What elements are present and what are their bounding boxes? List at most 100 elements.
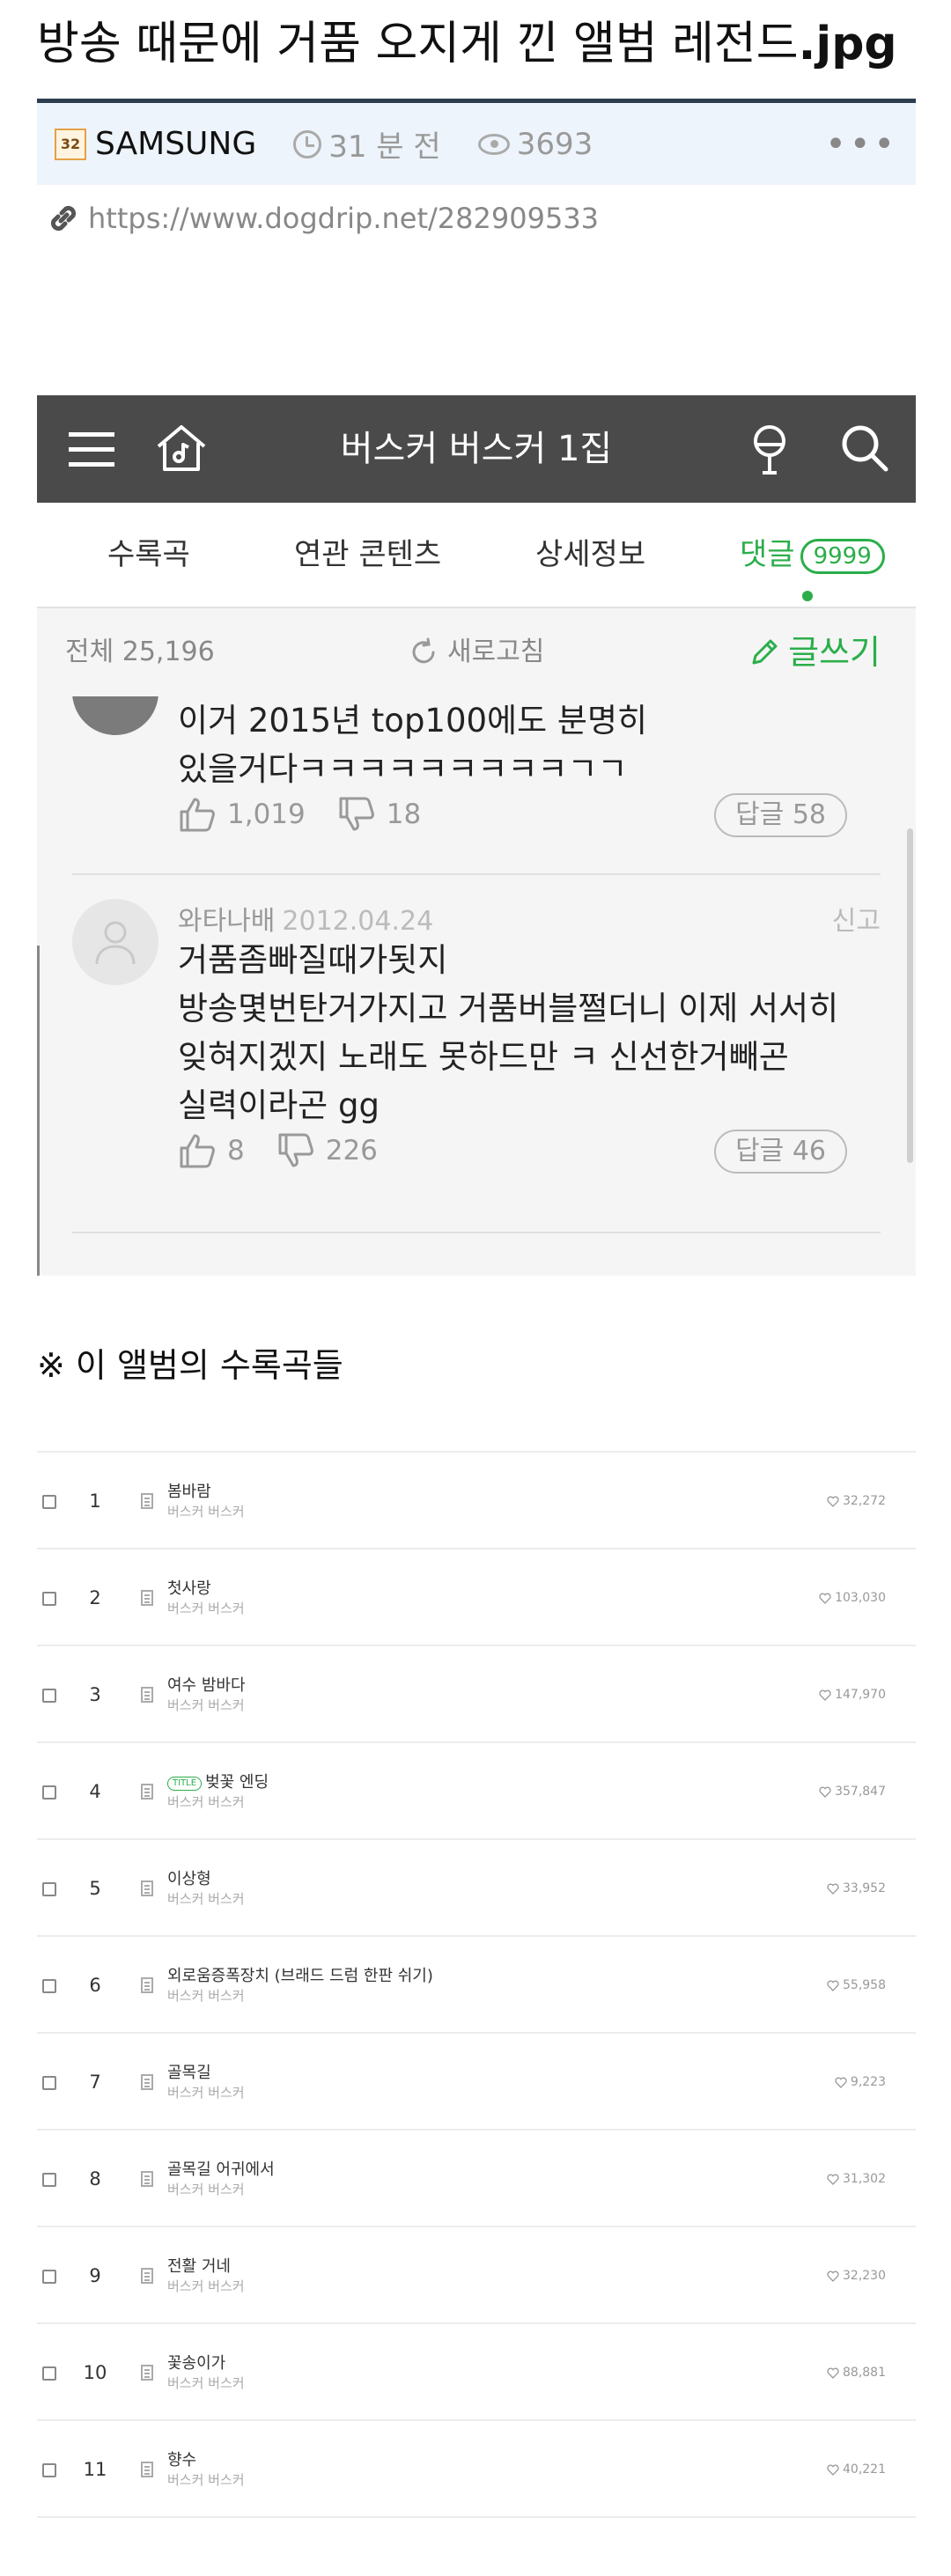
track-row[interactable]: 4 TITLE 벚꽃 엔딩 버스커 버스커 357,847	[37, 1743, 916, 1840]
lyrics-icon[interactable]	[141, 1977, 153, 1993]
track-like-button[interactable]: 32,272	[827, 1453, 886, 1549]
track-like-button[interactable]: 40,221	[827, 2421, 886, 2518]
tab-details[interactable]: 상세정보	[535, 503, 645, 608]
track-checkbox[interactable]	[42, 1979, 56, 1993]
track-number: 10	[83, 2362, 107, 2383]
track-like-button[interactable]: 33,952	[827, 1840, 886, 1937]
track-checkbox[interactable]	[42, 2076, 56, 2090]
track-title[interactable]: 꽃송이가	[167, 2351, 225, 2374]
lyrics-icon[interactable]	[141, 1493, 153, 1509]
track-artist[interactable]: 버스커 버스커	[167, 1599, 245, 1617]
lyrics-icon[interactable]	[141, 1590, 153, 1606]
track-title[interactable]: 외로움증폭장치 (브래드 드럼 한판 쉬기)	[167, 1963, 433, 1986]
track-title-text: 여수 밤바다	[167, 1676, 246, 1695]
track-artist[interactable]: 버스커 버스커	[167, 2180, 245, 2198]
track-row[interactable]: 8 골목길 어귀에서 버스커 버스커 31,302	[37, 2131, 916, 2227]
lyrics-icon[interactable]	[141, 2462, 153, 2477]
track-title[interactable]: 첫사랑	[167, 1576, 211, 1599]
panel-edge	[37, 946, 40, 1276]
lyrics-icon[interactable]	[141, 1687, 153, 1703]
author-name[interactable]: SAMSUNG	[95, 126, 256, 162]
thumbs-down-icon[interactable]	[276, 1131, 315, 1170]
post-link-row[interactable]: https://www.dogdrip.net/282909533	[46, 201, 599, 236]
track-checkbox[interactable]	[42, 1689, 56, 1703]
track-artist[interactable]: 버스커 버스커	[167, 2470, 245, 2489]
track-checkbox[interactable]	[42, 1785, 56, 1800]
more-options-button[interactable]: •••	[825, 124, 898, 165]
track-title[interactable]: 이상형	[167, 1866, 211, 1889]
track-like-button[interactable]: 32,230	[827, 2227, 886, 2324]
lyrics-icon[interactable]	[141, 2074, 153, 2090]
track-checkbox[interactable]	[42, 1592, 56, 1606]
lyrics-icon[interactable]	[141, 2171, 153, 2187]
track-like-button[interactable]: 88,881	[827, 2324, 886, 2421]
track-checkbox[interactable]	[42, 2173, 56, 2187]
track-row[interactable]: 6 외로움증폭장치 (브래드 드럼 한판 쉬기) 버스커 버스커 55,958	[37, 1937, 916, 2034]
menu-icon[interactable]	[69, 432, 114, 467]
user-avatar[interactable]	[72, 696, 158, 735]
track-like-button[interactable]: 31,302	[827, 2131, 886, 2227]
track-row[interactable]: 11 향수 버스커 버스커 40,221	[37, 2421, 916, 2518]
reply-button[interactable]: 답글 46	[714, 1130, 847, 1174]
mic-icon[interactable]	[747, 422, 792, 478]
track-artist[interactable]: 버스커 버스커	[167, 2277, 245, 2295]
comment-author[interactable]: 와타나배	[178, 906, 275, 937]
track-checkbox[interactable]	[42, 1495, 56, 1509]
tab-comments[interactable]: 댓글 9999	[740, 503, 885, 608]
default-avatar-icon	[95, 921, 136, 965]
track-like-button[interactable]: 55,958	[827, 1937, 886, 2034]
track-checkbox[interactable]	[42, 2270, 56, 2284]
track-title[interactable]: 향수	[167, 2447, 196, 2470]
write-comment-button[interactable]: 글쓰기	[749, 608, 881, 696]
track-title[interactable]: TITLE 벚꽃 엔딩	[167, 1770, 269, 1792]
track-title[interactable]: 봄바람	[167, 1479, 211, 1502]
home-icon[interactable]	[153, 420, 210, 476]
reply-button[interactable]: 답글 58	[714, 793, 847, 837]
heart-icon	[819, 1689, 831, 1701]
track-like-count: 357,847	[835, 1785, 886, 1799]
app-header: 버스커 버스커 1집	[37, 395, 916, 503]
track-row[interactable]: 9 전활 거네 버스커 버스커 32,230	[37, 2227, 916, 2324]
thumbs-up-icon[interactable]	[178, 795, 217, 834]
lyrics-icon[interactable]	[141, 2268, 153, 2284]
track-artist[interactable]: 버스커 버스커	[167, 1986, 245, 2005]
track-title[interactable]: 골목길	[167, 2060, 211, 2083]
search-icon[interactable]	[838, 422, 891, 475]
track-row[interactable]: 7 골목길 버스커 버스커 9,223	[37, 2034, 916, 2131]
track-row[interactable]: 3 여수 밤바다 버스커 버스커 147,970	[37, 1646, 916, 1743]
track-checkbox[interactable]	[42, 2366, 56, 2381]
tab-related-content[interactable]: 연관 콘텐츠	[294, 503, 441, 608]
track-number: 11	[83, 2459, 107, 2480]
user-avatar[interactable]	[72, 899, 158, 985]
lyrics-icon[interactable]	[141, 1784, 153, 1800]
track-like-button[interactable]: 103,030	[819, 1549, 886, 1646]
report-button[interactable]: 신고	[832, 899, 881, 938]
track-row[interactable]: 2 첫사랑 버스커 버스커 103,030	[37, 1549, 916, 1646]
track-title[interactable]: 여수 밤바다	[167, 1673, 246, 1696]
track-like-button[interactable]: 357,847	[819, 1743, 886, 1840]
post-url[interactable]: https://www.dogdrip.net/282909533	[88, 202, 599, 235]
scrollbar[interactable]	[907, 828, 913, 1163]
track-artist[interactable]: 버스커 버스커	[167, 1502, 245, 1520]
track-title[interactable]: 전활 거네	[167, 2254, 231, 2277]
track-checkbox[interactable]	[42, 2463, 56, 2477]
track-title[interactable]: 골목길 어귀에서	[167, 2157, 275, 2180]
track-like-button[interactable]: 9,223	[835, 2034, 886, 2131]
lyrics-icon[interactable]	[141, 1880, 153, 1896]
thumbs-down-icon[interactable]	[337, 795, 376, 834]
track-artist[interactable]: 버스커 버스커	[167, 2083, 245, 2101]
thumbs-up-icon[interactable]	[178, 1131, 217, 1170]
track-row[interactable]: 1 봄바람 버스커 버스커 32,272	[37, 1453, 916, 1549]
track-checkbox[interactable]	[42, 1882, 56, 1896]
track-row[interactable]: 10 꽃송이가 버스커 버스커 88,881	[37, 2324, 916, 2421]
comment-divider	[72, 873, 881, 875]
track-row[interactable]: 5 이상형 버스커 버스커 33,952	[37, 1840, 916, 1937]
tab-tracks[interactable]: 수록곡	[107, 503, 190, 608]
track-artist[interactable]: 버스커 버스커	[167, 1696, 245, 1714]
track-artist[interactable]: 버스커 버스커	[167, 1889, 245, 1908]
track-like-button[interactable]: 147,970	[819, 1646, 886, 1743]
track-artist[interactable]: 버스커 버스커	[167, 1792, 245, 1811]
track-artist[interactable]: 버스커 버스커	[167, 2374, 245, 2392]
refresh-button[interactable]: 새로고침	[409, 608, 544, 696]
lyrics-icon[interactable]	[141, 2365, 153, 2381]
